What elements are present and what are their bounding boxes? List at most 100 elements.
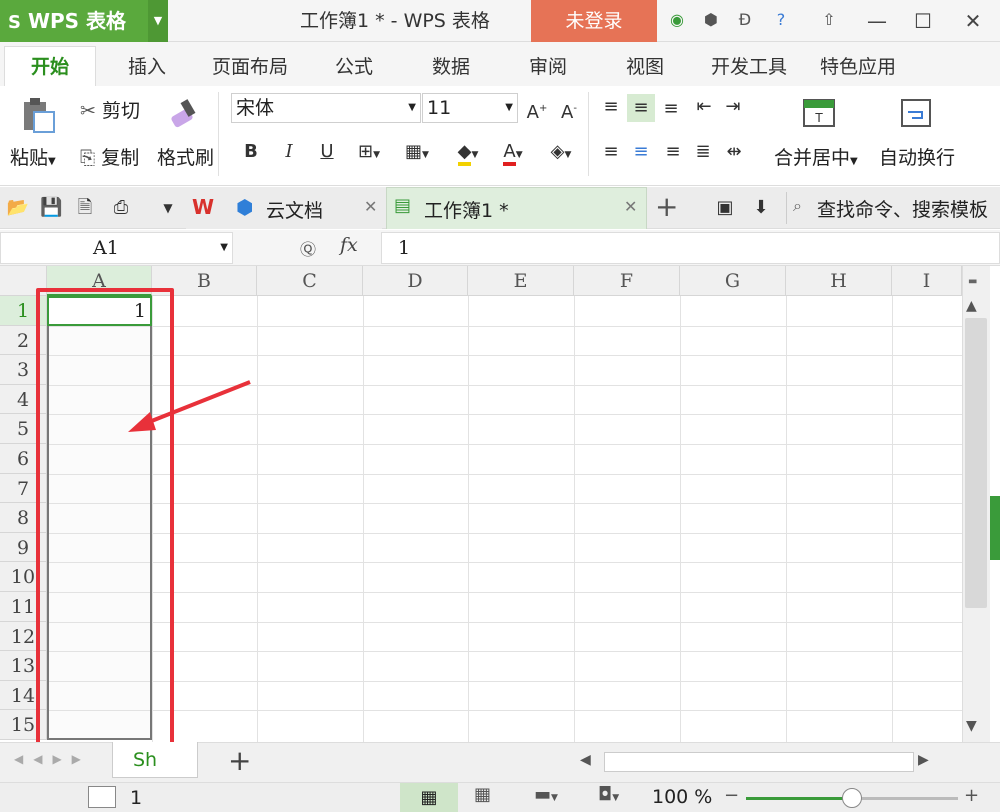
app-menu-dropdown-icon[interactable]: ▼ [148,0,168,42]
maximize-button[interactable]: ☐ [898,0,948,42]
minimize-button[interactable]: — [852,0,902,42]
cell-style-icon[interactable]: ▦▼ [398,141,436,166]
column-header-c[interactable]: C [257,266,363,296]
help-icon[interactable]: ? [770,9,792,31]
zoom-out-icon[interactable]: − [724,785,739,806]
fx-button[interactable]: fx [340,234,358,256]
quick-access-dropdown-icon[interactable]: ▼ [158,197,178,219]
copy-button[interactable]: ⎘ 复制 [80,143,139,170]
paste-button[interactable]: 粘贴▼ [10,143,56,170]
normal-view-icon[interactable]: ▦ [400,783,458,812]
tab-page-layout[interactable]: 页面布局 [212,52,288,79]
align-top-icon[interactable]: ≡ [600,96,622,118]
column-header-g[interactable]: G [680,266,786,296]
font-color-icon[interactable]: A▼ [494,141,532,166]
share-icon[interactable]: Ð [734,9,756,31]
search-icon: ⌕ [793,196,802,215]
wrap-text-button[interactable]: 自动换行 [879,143,955,170]
paste-icon[interactable] [20,96,56,134]
decrease-font-icon[interactable]: A- [558,98,580,124]
scroll-left-icon[interactable]: ◀ [580,752,591,768]
screen-icon[interactable]: ▣ [714,197,736,219]
formula-input[interactable]: 1 [381,232,1000,264]
browser-icon[interactable]: ◉ [666,9,688,31]
align-right-icon[interactable]: ≡ [662,141,684,163]
fill-color-icon[interactable]: ◆▼ [448,141,488,166]
align-center-icon[interactable]: ≡ [630,141,652,163]
align-middle-icon[interactable]: ≡ [627,94,655,122]
login-button[interactable]: 未登录 [531,0,657,42]
underline-button[interactable]: U [316,141,338,163]
bold-button[interactable]: B [240,141,262,163]
close-button[interactable]: ✕ [948,0,998,42]
print-icon[interactable]: ⎙ [106,197,136,219]
scissors-icon: ✂ [80,100,96,122]
upload-icon[interactable]: ⇧ [818,9,840,31]
sheet-status-icon [88,786,116,808]
side-panel-toggle[interactable] [990,496,1000,560]
column-header-f[interactable]: F [574,266,680,296]
scroll-up-icon[interactable]: ▲ [966,298,977,314]
skin-icon[interactable]: ⬢ [700,9,722,31]
tab-view[interactable]: 视图 [626,52,664,79]
zoom-search-icon[interactable]: Ⓠ [300,236,316,260]
tab-special[interactable]: 特色应用 [820,52,896,79]
italic-button[interactable]: I [278,141,300,163]
tab-review[interactable]: 审阅 [529,52,567,79]
vertical-scroll-thumb[interactable] [965,318,987,608]
align-bottom-icon[interactable]: ≡ [660,98,682,120]
sheet-nav-arrows-icon[interactable]: ◀◀▶▶ [14,752,91,766]
download-icon[interactable]: ⬇ [750,197,772,219]
align-left-icon[interactable]: ≡ [600,141,622,163]
close-tab-icon[interactable]: ✕ [624,197,637,216]
export-pdf-icon[interactable]: 🗎 [74,197,96,219]
save-icon[interactable]: 💾 [40,197,62,219]
merge-center-button[interactable]: 合并居中▼ [774,143,858,170]
column-header-i[interactable]: I [892,266,962,296]
app-menu-button[interactable]: S WPS 表格 [0,0,148,42]
tab-insert[interactable]: 插入 [128,52,166,79]
tab-developer[interactable]: 开发工具 [711,52,787,79]
format-painter-icon[interactable] [168,96,202,132]
font-size-select[interactable]: 11 ▼ [422,93,518,123]
gridline [47,473,962,475]
scroll-split-handle[interactable]: ▬ [968,276,977,287]
name-box[interactable]: A1 ▼ [0,232,233,264]
tab-data[interactable]: 数据 [432,52,470,79]
page-layout-view-icon[interactable]: ▬▼ [534,784,558,805]
paste-dropdown-icon: ▼ [48,156,56,167]
close-tab-icon[interactable]: ✕ [364,197,377,216]
eye-protection-icon[interactable]: ◘▼ [598,784,619,805]
command-search-box[interactable]: ⌕ 查找命令、搜索模板 [786,192,1000,224]
tab-start[interactable]: 开始 [4,46,96,86]
open-folder-icon[interactable]: 📂 [6,197,30,219]
clear-format-icon[interactable]: ◈▼ [542,141,580,166]
add-sheet-button[interactable]: + [228,744,251,777]
sheet-tab-active[interactable]: Sh [112,742,198,778]
increase-font-icon[interactable]: A+ [526,98,548,124]
tab-formula[interactable]: 公式 [335,52,373,79]
font-name-select[interactable]: 宋体 ▼ [231,93,421,123]
cut-button[interactable]: ✂ 剪切 [80,96,140,123]
increase-indent-icon[interactable]: ⇥ [722,96,744,118]
app-logo-icon: S [8,12,21,33]
merge-center-icon[interactable]: T [802,98,836,128]
column-header-d[interactable]: D [363,266,468,296]
new-tab-button[interactable]: + [655,190,678,223]
zoom-in-icon[interactable]: + [964,785,979,806]
decrease-indent-icon[interactable]: ⇤ [693,96,715,118]
wrap-text-icon[interactable] [900,98,932,128]
column-header-e[interactable]: E [468,266,574,296]
ribbon-divider [588,92,589,176]
gridline [363,296,364,742]
justify-icon[interactable]: ≣ [692,141,714,163]
distribute-icon[interactable]: ⇹ [722,141,746,163]
format-painter-button[interactable]: 格式刷 [157,143,214,170]
column-header-h[interactable]: H [786,266,892,296]
horizontal-scroll-thumb[interactable] [604,752,914,772]
borders-icon[interactable]: ⊞▼ [352,141,386,166]
scroll-right-icon[interactable]: ▶ [918,752,929,768]
page-break-view-icon[interactable]: ▦ [474,784,491,805]
scroll-down-icon[interactable]: ▼ [966,718,977,734]
zoom-slider-handle[interactable] [842,788,862,808]
